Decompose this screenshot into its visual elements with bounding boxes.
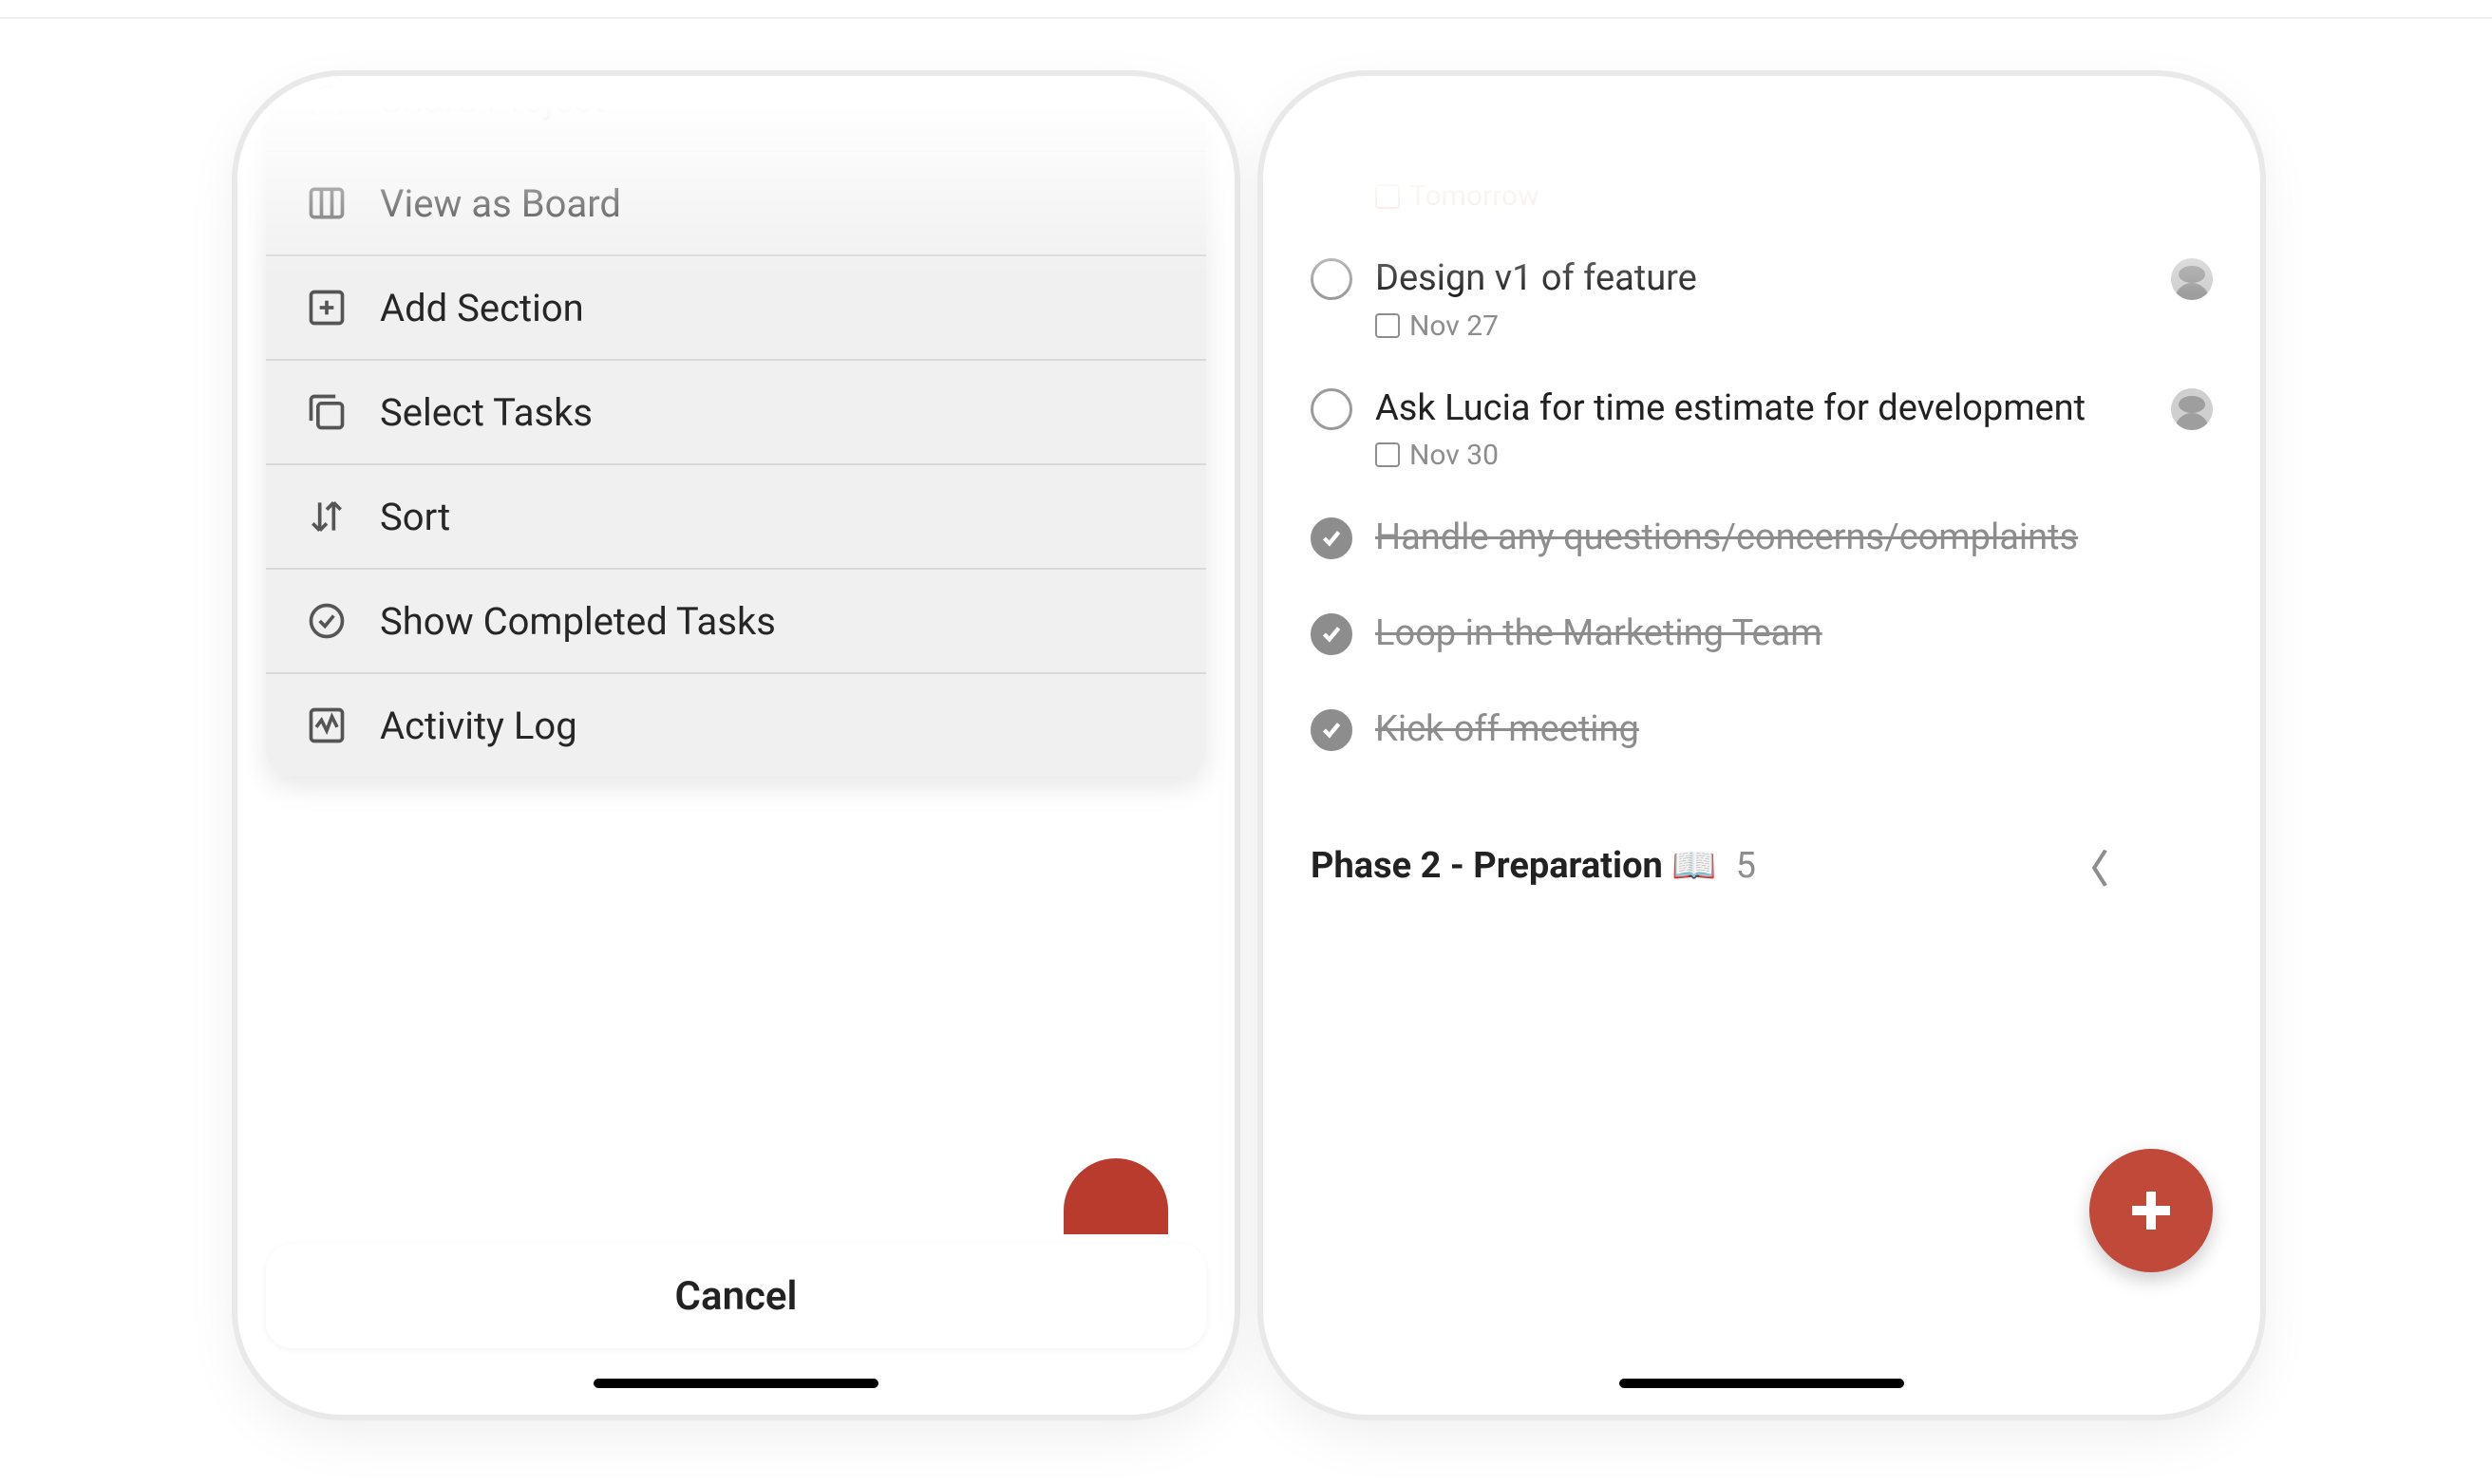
task-date: Nov 27 xyxy=(1375,310,2148,343)
task-title: Define the problem solved with "Cascade" xyxy=(1375,125,2148,174)
chevron-left-icon: 〈 xyxy=(2070,838,2213,893)
menu-label: Share Project xyxy=(380,85,606,122)
cancel-label: Cancel xyxy=(675,1273,798,1320)
task-body: Handle any questions/concerns/complaints xyxy=(1375,514,2213,568)
person-icon xyxy=(304,85,349,122)
menu-add-section[interactable]: Add Section xyxy=(266,256,1206,361)
assignee-avatar[interactable] xyxy=(2171,129,2213,171)
task-checkbox[interactable] xyxy=(1311,129,1352,171)
task-checkbox-done[interactable] xyxy=(1311,517,1352,559)
page-top-rule xyxy=(0,17,2492,19)
task-title: Kick-off meeting xyxy=(1375,705,2213,754)
section-header[interactable]: Phase 2 - Preparation 📖 5 〈 xyxy=(1311,781,2213,912)
add-task-fab[interactable] xyxy=(2089,1149,2213,1272)
menu-label: Select Tasks xyxy=(380,390,593,435)
task-body: Define the problem solved with "Cascade"… xyxy=(1375,125,2148,213)
menu-show-completed[interactable]: Show Completed Tasks xyxy=(266,570,1206,674)
menu-view-as-board[interactable]: View as Board xyxy=(266,152,1206,256)
calendar-icon xyxy=(1375,313,1400,338)
menu-label: Sort xyxy=(380,495,450,539)
menu-label: Activity Log xyxy=(380,704,577,748)
task-checkbox-done[interactable] xyxy=(1311,613,1352,655)
task-checkbox[interactable] xyxy=(1311,388,1352,430)
task-body: Kick-off meeting xyxy=(1375,705,2213,760)
task-title: Handle any questions/concerns/complaints xyxy=(1375,514,2213,562)
assignee-avatar[interactable] xyxy=(2171,258,2213,300)
task-title: Design v1 of feature xyxy=(1375,254,2148,303)
section-title: Phase 2 - Preparation 📖 xyxy=(1311,845,1717,887)
task-body: Loop in the Marketing Team xyxy=(1375,610,2213,664)
add-box-icon xyxy=(304,285,349,330)
task-row[interactable]: Ask Lucia for time estimate for developm… xyxy=(1311,364,2213,493)
task-title: Loop in the Marketing Team xyxy=(1375,610,2213,658)
sort-icon xyxy=(304,494,349,539)
task-checkbox[interactable] xyxy=(1311,258,1352,300)
section-count: 5 xyxy=(1736,845,1756,887)
task-row-completed[interactable]: Handle any questions/concerns/complaints xyxy=(1311,493,2213,589)
task-date-text: Nov 27 xyxy=(1409,310,1499,343)
screen-right: Define the problem solved with "Cascade"… xyxy=(1273,85,2251,1405)
check-circle-icon xyxy=(304,598,349,644)
task-row-completed[interactable]: Loop in the Marketing Team xyxy=(1311,589,2213,685)
task-body: Design v1 of feature Nov 27 xyxy=(1375,254,2148,342)
menu-share-project[interactable]: Share Project xyxy=(266,85,1206,152)
activity-icon xyxy=(304,703,349,748)
menu-select-tasks[interactable]: Select Tasks xyxy=(266,361,1206,465)
stack-icon xyxy=(304,389,349,435)
cancel-button[interactable]: Cancel xyxy=(266,1244,1206,1348)
task-row[interactable]: Design v1 of feature Nov 27 xyxy=(1311,234,2213,363)
task-date-text: Nov 30 xyxy=(1409,439,1499,472)
home-indicator xyxy=(594,1379,878,1388)
fab-peek xyxy=(1064,1158,1168,1234)
menu-activity-log[interactable]: Activity Log xyxy=(266,674,1206,777)
phone-frame-left: Share Project View as Board Add Section … xyxy=(237,76,1235,1415)
action-sheet: Share Project View as Board Add Section … xyxy=(266,85,1206,777)
task-date-text: Tomorrow xyxy=(1409,179,1539,213)
menu-sort[interactable]: Sort xyxy=(266,465,1206,570)
calendar-icon xyxy=(1375,184,1400,209)
menu-label: Show Completed Tasks xyxy=(380,599,776,644)
menu-label: Add Section xyxy=(380,286,584,330)
calendar-icon xyxy=(1375,442,1400,467)
screen-left: Share Project View as Board Add Section … xyxy=(247,85,1225,1405)
task-body: Ask Lucia for time estimate for developm… xyxy=(1375,385,2148,472)
home-indicator xyxy=(1619,1379,1904,1388)
assignee-avatar[interactable] xyxy=(2171,388,2213,430)
task-date: Nov 30 xyxy=(1375,439,2148,472)
task-row[interactable]: Define the problem solved with "Cascade"… xyxy=(1311,104,2213,234)
task-row-completed[interactable]: Kick-off meeting xyxy=(1311,685,2213,780)
phone-frame-right: Define the problem solved with "Cascade"… xyxy=(1263,76,2260,1415)
plus-icon xyxy=(2123,1182,2180,1239)
task-title: Ask Lucia for time estimate for developm… xyxy=(1375,385,2148,433)
task-date: Tomorrow xyxy=(1375,179,2148,213)
menu-label: View as Board xyxy=(380,181,621,226)
task-list[interactable]: Define the problem solved with "Cascade"… xyxy=(1273,85,2251,1102)
task-checkbox-done[interactable] xyxy=(1311,709,1352,751)
board-icon xyxy=(304,180,349,226)
